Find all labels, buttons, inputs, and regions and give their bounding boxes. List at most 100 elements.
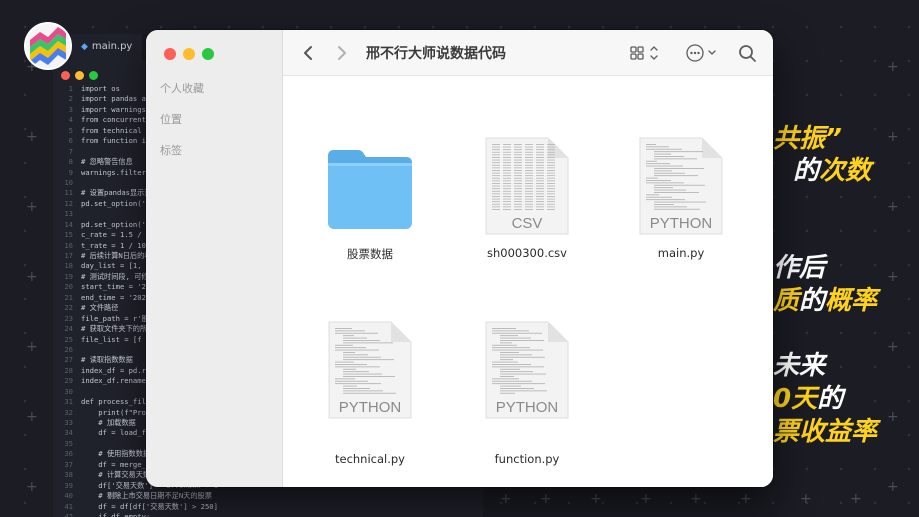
editor-traffic-lights — [61, 67, 103, 85]
line-number: 38 — [64, 470, 73, 480]
code-text: df = df[df['交易天数'] > 250] — [81, 501, 218, 511]
line-number: 21 — [64, 292, 73, 302]
finder-sidebar: 个人收藏 位置 标签 — [146, 30, 283, 487]
zoom-button[interactable] — [202, 48, 214, 60]
line-number: 39 — [64, 480, 73, 490]
line-number: 9 — [68, 167, 73, 177]
svg-text:PYTHON: PYTHON — [650, 215, 713, 232]
code-text: # 剔除上市交易日期不足N天的股票 — [81, 491, 212, 501]
svg-text:PYTHON: PYTHON — [339, 399, 402, 416]
back-button[interactable] — [301, 41, 315, 65]
file-name: 股票数据 — [347, 247, 393, 261]
file-name: technical.py — [334, 452, 405, 466]
line-number: 32 — [64, 407, 73, 417]
forward-button[interactable] — [335, 41, 349, 65]
finder-toolbar: 邢不行大师说数据代码 — [283, 30, 773, 76]
line-number: 24 — [64, 324, 73, 334]
finder-content: 股票数据 CSV sh000300.csv PYTHON main.py PYT… — [283, 76, 773, 487]
line-number: 27 — [64, 355, 73, 365]
code-text: # 读取指数数据 — [81, 355, 133, 365]
line-number: 3 — [68, 104, 73, 114]
overlay-line-4: 质的概率 — [773, 286, 878, 316]
overlay-line-6: 0天的 — [773, 384, 844, 414]
line-number: 36 — [64, 449, 73, 459]
chevron-right-icon — [338, 46, 346, 60]
overlay-line-2: 的次数 — [793, 156, 872, 186]
editor-close-button[interactable] — [61, 71, 70, 80]
line-number: 42 — [64, 511, 73, 517]
line-number: 5 — [68, 125, 73, 135]
sidebar-section-favorites[interactable]: 个人收藏 — [160, 80, 204, 96]
line-number: 17 — [64, 251, 73, 260]
search-button[interactable] — [737, 41, 759, 65]
python-document-icon: PYTHON — [328, 321, 412, 419]
line-number: 25 — [64, 334, 73, 344]
line-number: 23 — [64, 313, 73, 323]
view-mode-button[interactable] — [629, 41, 663, 65]
line-number: 41 — [64, 501, 73, 511]
line-number: 16 — [64, 240, 73, 250]
csv-document-icon: CSV — [485, 137, 569, 235]
line-number: 40 — [64, 491, 73, 501]
window-title: 邢不行大师说数据代码 — [366, 46, 506, 62]
line-number: 13 — [64, 209, 73, 219]
sidebar-section-tags[interactable]: 标签 — [160, 142, 182, 158]
window-traffic-lights — [164, 47, 221, 65]
code-text: # 忽略警告信息 — [81, 157, 133, 167]
line-number: 31 — [64, 397, 73, 407]
chevron-left-icon — [304, 46, 312, 60]
line-number: 34 — [64, 428, 73, 438]
file-name: main.py — [657, 246, 705, 260]
line-number: 8 — [68, 157, 73, 167]
overlay-line-3: 作后 — [773, 253, 826, 283]
overlay-line-7: 票收益率 — [773, 417, 878, 447]
line-number: 1 — [68, 84, 73, 93]
line-number: 22 — [64, 303, 73, 313]
sidebar-section-locations[interactable]: 位置 — [160, 111, 182, 127]
finder-window: 个人收藏 位置 标签 邢不行大师说数据代码 股票数据 CSV sh000300.… — [146, 30, 773, 487]
line-number: 10 — [64, 177, 73, 187]
line-number: 6 — [68, 136, 73, 146]
grid-view-icon — [630, 46, 658, 60]
close-button[interactable] — [164, 48, 176, 60]
code-line: 42 if df.empty: — [53, 512, 483, 517]
folder-icon — [328, 150, 412, 229]
line-number: 26 — [64, 344, 73, 354]
line-number: 19 — [64, 271, 73, 281]
code-text: # 加载数据 — [81, 418, 136, 427]
line-number: 12 — [64, 198, 73, 208]
line-number: 35 — [64, 438, 73, 448]
line-number: 29 — [64, 376, 73, 386]
minimize-button[interactable] — [183, 48, 195, 60]
code-line: 41 df = df[df['交易天数'] > 250] — [53, 502, 483, 512]
svg-text:CSV: CSV — [512, 215, 543, 232]
file-name: function.py — [494, 452, 560, 466]
overlay-line-1: 共振” — [773, 124, 842, 154]
line-number: 20 — [64, 282, 73, 292]
code-text: # 测试时间段, 可修改 — [81, 271, 156, 281]
code-text: import os — [81, 84, 120, 93]
line-number: 11 — [64, 188, 73, 198]
editor-zoom-button[interactable] — [89, 71, 98, 80]
overlay-line-5: 未来 — [773, 351, 826, 381]
python-document-icon: PYTHON — [639, 137, 723, 235]
editor-minimize-button[interactable] — [75, 71, 84, 80]
more-options-icon — [686, 44, 716, 62]
editor-tab-label: main.py — [91, 41, 133, 52]
line-number: 18 — [64, 261, 73, 271]
python-file-icon: ◆ — [81, 42, 88, 52]
line-number: 30 — [64, 386, 73, 396]
code-text: if df.empty: — [81, 511, 151, 517]
python-document-icon: PYTHON — [485, 321, 569, 419]
search-icon — [739, 45, 756, 62]
line-number: 28 — [64, 365, 73, 375]
action-menu-button[interactable] — [685, 41, 721, 65]
editor-tab-main[interactable]: ◆ main.py — [71, 34, 143, 60]
line-number: 33 — [64, 418, 73, 427]
line-number: 15 — [64, 230, 73, 240]
code-line: 40 # 剔除上市交易日期不足N天的股票 — [53, 491, 483, 501]
svg-text:PYTHON: PYTHON — [496, 399, 559, 416]
code-text: import warnings — [81, 104, 146, 114]
code-text: t_rate = 1 / 1000 — [81, 240, 155, 250]
code-text: # 文件路径 — [81, 303, 119, 313]
